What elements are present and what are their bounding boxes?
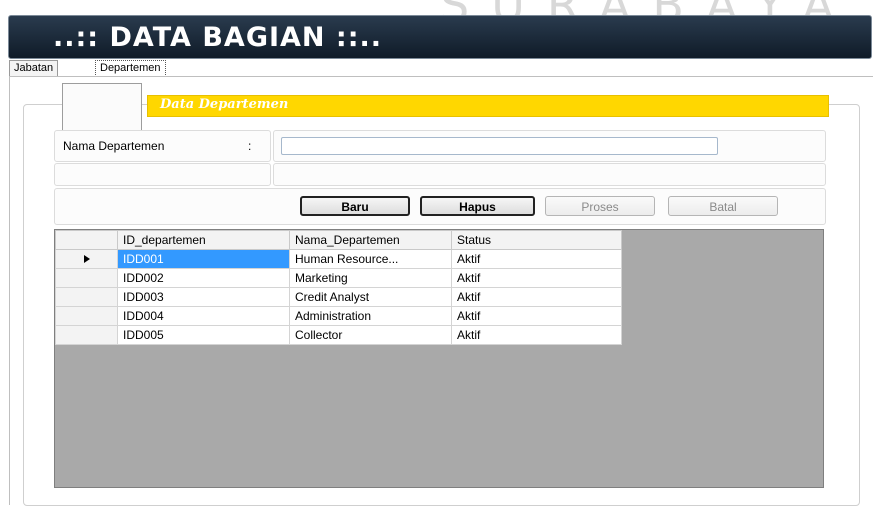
grid-table: ID_departemen Nama_Departemen Status IDD… <box>55 230 622 345</box>
departemen-grid[interactable]: ID_departemen Nama_Departemen Status IDD… <box>54 229 824 488</box>
table-row[interactable]: IDD005 Collector Aktif <box>55 325 622 345</box>
cell-id[interactable]: IDD003 <box>117 287 290 307</box>
nama-departemen-label: Nama Departemen <box>63 139 165 153</box>
cell-id[interactable]: IDD002 <box>117 268 290 288</box>
row-selector[interactable] <box>55 268 118 288</box>
row-selector[interactable] <box>55 287 118 307</box>
cell-status[interactable]: Aktif <box>451 306 622 326</box>
title-banner: ..:: DATA BAGIAN ::.. <box>8 15 872 59</box>
column-header-nama[interactable]: Nama_Departemen <box>289 230 452 250</box>
hapus-button[interactable]: Hapus <box>420 196 535 216</box>
cell-id[interactable]: IDD005 <box>117 325 290 345</box>
cell-status[interactable]: Aktif <box>451 268 622 288</box>
baru-button[interactable]: Baru <box>300 196 410 216</box>
cell-id[interactable]: IDD004 <box>117 306 290 326</box>
section-header-bar: Data Departemen <box>147 95 829 117</box>
grid-header-row: ID_departemen Nama_Departemen Status <box>55 230 622 250</box>
cell-status[interactable]: Aktif <box>451 287 622 307</box>
cell-id[interactable]: IDD001 <box>117 249 290 269</box>
tab-departemen[interactable]: Departemen <box>95 60 166 77</box>
column-header-id[interactable]: ID_departemen <box>117 230 290 250</box>
cell-status[interactable]: Aktif <box>451 249 622 269</box>
tab-jabatan[interactable]: Jabatan <box>9 60 59 76</box>
page-title: ..:: DATA BAGIAN ::.. <box>53 22 383 53</box>
column-header-status[interactable]: Status <box>451 230 622 250</box>
colon-label: : <box>248 139 252 153</box>
cell-nama[interactable]: Human Resource... <box>289 249 452 269</box>
cell-nama[interactable]: Marketing <box>289 268 452 288</box>
table-row[interactable]: IDD004 Administration Aktif <box>55 306 622 326</box>
cell-nama[interactable]: Credit Analyst <box>289 287 452 307</box>
grid-corner-cell <box>55 230 118 250</box>
table-row[interactable]: IDD001 Human Resource... Aktif <box>55 249 622 269</box>
cell-nama[interactable]: Administration <box>289 306 452 326</box>
nama-departemen-input[interactable] <box>281 137 718 155</box>
table-row[interactable]: IDD002 Marketing Aktif <box>55 268 622 288</box>
spacer-panel-left <box>54 163 271 186</box>
cell-status[interactable]: Aktif <box>451 325 622 345</box>
current-row-arrow-icon <box>83 255 90 263</box>
section-title: Data Departemen <box>160 97 289 112</box>
table-row[interactable]: IDD003 Credit Analyst Aktif <box>55 287 622 307</box>
proses-button[interactable]: Proses <box>545 196 655 216</box>
row-selector[interactable] <box>55 325 118 345</box>
cell-nama[interactable]: Collector <box>289 325 452 345</box>
batal-button[interactable]: Batal <box>668 196 778 216</box>
row-selector[interactable] <box>55 249 118 269</box>
spacer-panel-right <box>273 163 826 186</box>
row-selector[interactable] <box>55 306 118 326</box>
